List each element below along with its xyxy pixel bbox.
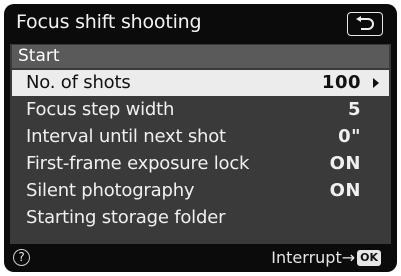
- chevron-right-icon: [373, 78, 379, 88]
- menu-item-label: Interval until next shot: [26, 126, 226, 147]
- menu-item-first-frame-exposure-lock[interactable]: First-frame exposure lock ON: [12, 151, 389, 177]
- return-arrow-icon: [356, 16, 374, 30]
- page-title: Focus shift shooting: [16, 11, 202, 33]
- menu-item-starting-storage-folder[interactable]: Starting storage folder: [12, 205, 389, 231]
- interrupt-hint: Interrupt → OK: [271, 248, 381, 267]
- menu-item-silent-photography[interactable]: Silent photography ON: [12, 178, 389, 204]
- camera-menu-screen: Focus shift shooting Start No. of shots …: [4, 4, 397, 272]
- menu-item-value: 5: [347, 99, 361, 120]
- menu-item-label: No. of shots: [26, 72, 131, 93]
- menu-item-label: Focus step width: [26, 99, 175, 120]
- start-item[interactable]: Start: [12, 45, 389, 68]
- menu-header: Focus shift shooting: [4, 4, 397, 44]
- start-label: Start: [18, 46, 60, 66]
- menu-item-value: 0": [338, 126, 361, 147]
- menu-item-label: Silent photography: [26, 180, 195, 201]
- arrow-right-icon: →: [341, 248, 356, 267]
- menu-item-label: Starting storage folder: [26, 207, 226, 228]
- menu-item-interval[interactable]: Interval until next shot 0": [12, 124, 389, 150]
- help-icon[interactable]: ?: [13, 249, 30, 266]
- menu-item-focus-step-width[interactable]: Focus step width 5: [12, 97, 389, 123]
- back-button[interactable]: [347, 12, 383, 36]
- menu-panel: Start No. of shots 100 Focus step width …: [10, 44, 391, 244]
- menu-footer: ? Interrupt → OK: [4, 244, 397, 272]
- menu-item-value: ON: [329, 153, 361, 174]
- menu-item-no-of-shots[interactable]: No. of shots 100: [12, 70, 389, 96]
- interrupt-label: Interrupt: [271, 248, 342, 267]
- menu-item-value: 100: [321, 72, 361, 93]
- menu-item-value: ON: [329, 180, 361, 201]
- ok-button-icon: OK: [357, 249, 381, 266]
- menu-item-label: First-frame exposure lock: [26, 153, 250, 174]
